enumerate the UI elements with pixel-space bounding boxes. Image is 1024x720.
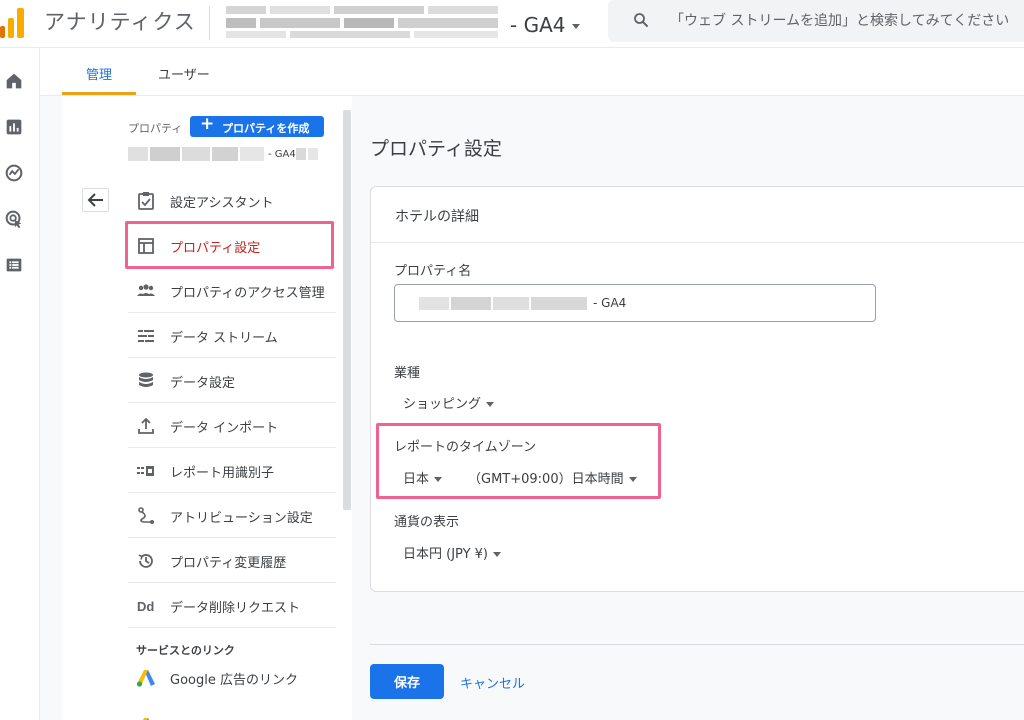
identifier-icon [137,466,154,476]
tab-admin[interactable]: 管理 [86,64,112,83]
checklist-icon [138,192,154,210]
page-title: プロパティ設定 [370,138,502,160]
search-input[interactable] [670,0,1024,42]
settings-card: ホテルの詳細 [370,186,1024,592]
streams-icon [138,330,154,342]
nav-item-setup-assistant[interactable]: 設定アシスタント [128,179,336,223]
search-icon [634,13,648,27]
left-rail [0,48,40,720]
industry-label: 業種 [394,366,421,381]
nav-item-property-access[interactable]: プロパティのアクセス管理 [128,269,336,313]
people-icon [137,284,155,296]
nav-item-data-streams[interactable]: データ ストリーム [128,314,336,358]
explore-icon[interactable] [3,162,25,184]
account-chevron-down-icon[interactable] [572,24,580,29]
link-partial-icon [143,718,149,720]
property-name-label: プロパティ名 [394,264,472,279]
search-box[interactable] [608,0,1024,42]
plus-icon: + [200,114,215,134]
nav-item-data-deletion-requests[interactable]: Dd データ削除リクエスト [128,584,336,628]
property-label: プロパティ [128,122,183,135]
tab-admin-underline [62,92,136,95]
dd-icon: Dd [137,599,154,614]
account-suffix[interactable]: - GA4 [510,13,565,37]
upload-icon [138,417,154,434]
nav-item-data-settings[interactable]: データ設定 [128,359,336,403]
svg-text:Dd: Dd [137,599,154,614]
property-name-value-redacted [419,297,587,310]
nav-item-property-change-history[interactable]: プロパティ変更履歴 [128,539,336,583]
tab-bar: 管理 ユーザー [40,48,1024,96]
arrow-left-icon [87,193,103,207]
chevron-down-icon [486,402,495,407]
database-icon [139,372,153,387]
property-name-input[interactable]: - GA4 [394,284,876,322]
highlight-timezone [376,423,661,499]
back-button[interactable] [82,188,109,212]
save-button[interactable]: 保存 [370,664,444,699]
home-icon[interactable] [3,70,25,92]
card-header: ホテルの詳細 [371,187,1024,243]
nav-item-next-link-partial[interactable] [128,700,336,720]
currency-dropdown[interactable]: 日本円 (JPY ¥) [403,543,502,562]
create-property-button[interactable]: + プロパティを作成 [190,114,324,137]
highlight-property-settings [125,221,334,269]
nav-item-attribution-settings[interactable]: アトリビューション設定 [128,494,336,538]
account-name-redacted[interactable] [226,4,502,40]
top-bar: アナリティクス - GA4 [0,0,1024,48]
currency-label: 通貨の表示 [394,515,460,530]
industry-dropdown[interactable]: ショッピング [403,393,495,412]
google-ads-icon [136,670,155,687]
property-id-redacted [296,148,318,160]
property-name-redacted[interactable] [128,147,264,161]
property-name-suffix: - GA4 [268,149,296,160]
attribution-icon [138,507,154,524]
nav-item-google-ads-links[interactable]: Google 広告のリンク [128,656,336,700]
analytics-logo-icon[interactable] [0,6,28,38]
card-title: ホテルの詳細 [395,209,479,225]
footer-divider [370,644,1024,645]
property-name-value-suffix: - GA4 [593,296,627,310]
history-icon [138,554,153,568]
advertising-icon[interactable] [3,208,25,230]
nav-scrollbar[interactable] [343,110,351,510]
app-title: アナリティクス [44,10,196,34]
configure-list-icon[interactable] [3,254,25,276]
title-divider [209,6,210,40]
cancel-button[interactable]: キャンセル [460,673,525,692]
reports-icon[interactable] [3,116,25,138]
tab-users[interactable]: ユーザー [158,64,210,83]
nav-item-data-import[interactable]: データ インポート [128,404,336,448]
chevron-down-icon [493,552,502,557]
nav-item-reporting-identity[interactable]: レポート用識別子 [128,449,336,493]
